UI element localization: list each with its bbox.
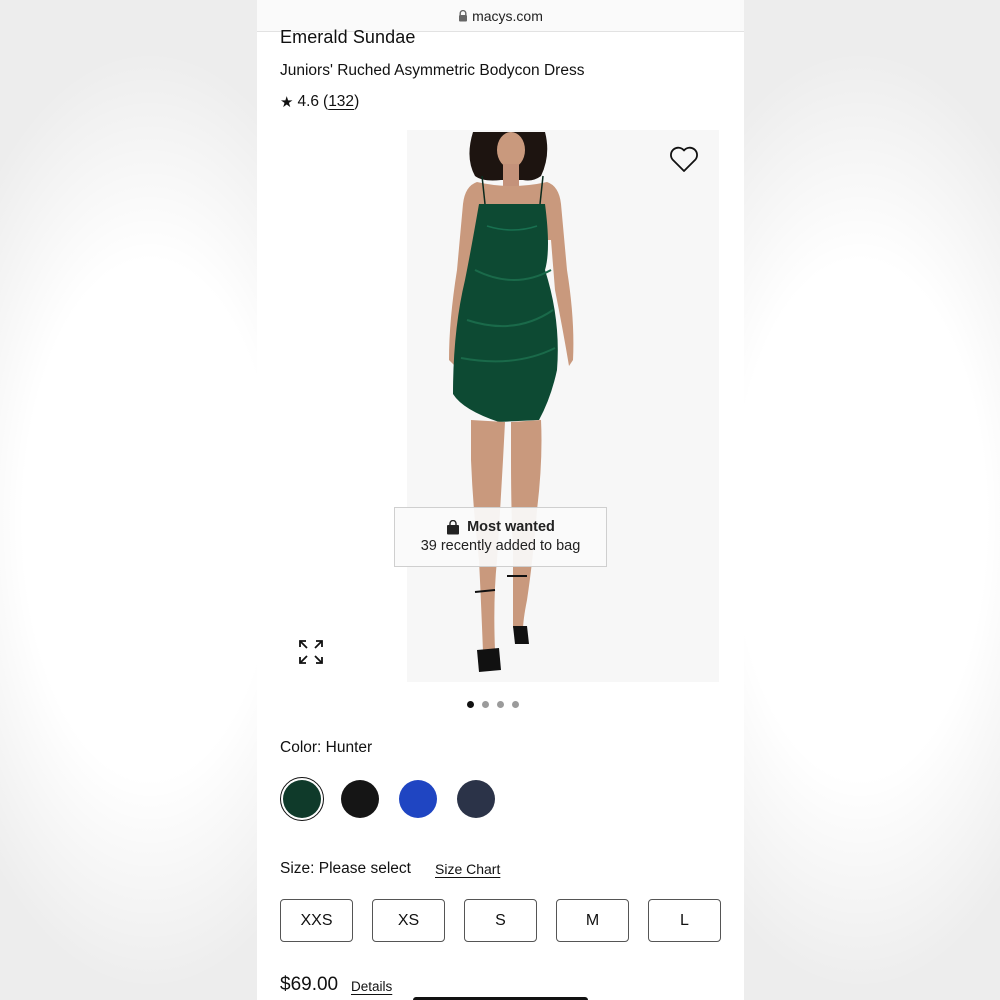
url-text: macys.com: [472, 7, 543, 24]
size-label: Size: Please select: [280, 860, 411, 877]
lock-icon: [459, 9, 468, 21]
price: $69.00: [280, 974, 339, 995]
size-chart-link[interactable]: Size Chart: [435, 861, 500, 877]
brand-name[interactable]: Emerald Sundae: [280, 27, 416, 48]
star-icon: ★: [280, 94, 294, 111]
expand-icon[interactable]: [297, 638, 325, 666]
product-rating[interactable]: ★ 4.6 (132): [280, 93, 359, 111]
size-button-xxs[interactable]: XXS: [280, 899, 353, 942]
swatch-fill: [399, 780, 437, 818]
color-swatches: [280, 777, 498, 821]
size-button-m[interactable]: M: [556, 899, 629, 942]
size-button-l[interactable]: L: [648, 899, 721, 942]
rating-value: 4.6: [297, 93, 320, 110]
swatch-fill: [341, 780, 379, 818]
swatch-black[interactable]: [338, 777, 382, 821]
carousel-dot[interactable]: [482, 701, 489, 708]
carousel-dots: [467, 701, 519, 708]
swatch-fill: [457, 780, 495, 818]
product-image[interactable]: [427, 130, 597, 682]
swatch-hunter[interactable]: [280, 777, 324, 821]
carousel-dot[interactable]: [497, 701, 504, 708]
swatch-fill: [283, 780, 321, 818]
color-label: Color: Hunter: [280, 739, 373, 756]
price-details-link[interactable]: Details: [351, 979, 392, 994]
size-button-xs[interactable]: XS: [372, 899, 445, 942]
carousel-dot[interactable]: [512, 701, 519, 708]
phone-screen: macys.com Emerald Sundae Juniors' Ruched…: [257, 0, 744, 1000]
product-title: Juniors' Ruched Asymmetric Bodycon Dress: [280, 62, 585, 79]
most-wanted-toast: Most wanted 39 recently added to bag: [394, 507, 607, 567]
swatch-royal[interactable]: [396, 777, 440, 821]
size-button-s[interactable]: S: [464, 899, 537, 942]
toast-title: Most wanted: [467, 519, 555, 535]
review-count-link[interactable]: 132: [328, 93, 354, 111]
heart-icon[interactable]: [669, 145, 699, 173]
rating-close-paren: ): [354, 93, 360, 110]
toast-subtitle: 39 recently added to bag: [420, 538, 581, 554]
size-options: XXS XS S M L: [280, 899, 721, 942]
swatch-navy[interactable]: [454, 777, 498, 821]
shopping-bag-icon: [447, 519, 460, 534]
carousel-dot[interactable]: [467, 701, 474, 708]
